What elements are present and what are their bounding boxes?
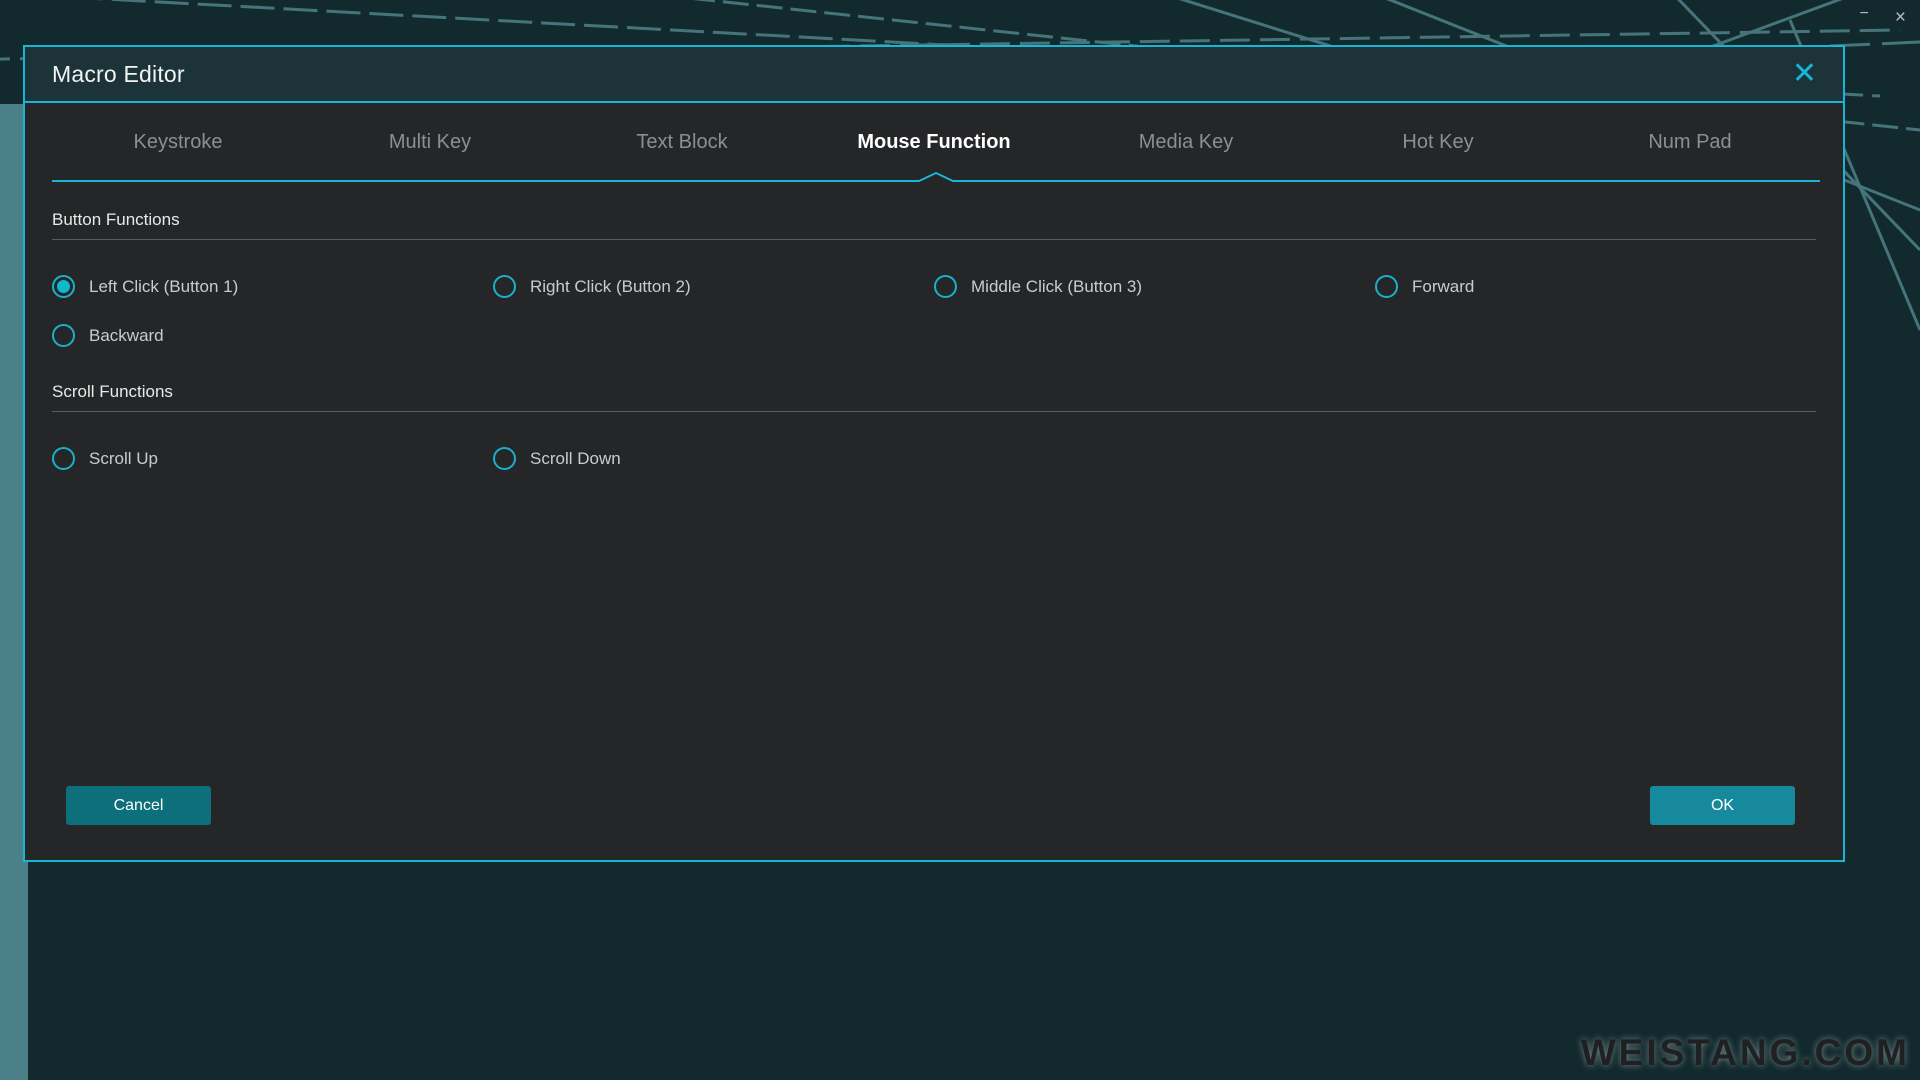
radio-option-right-click-button-2[interactable]: Right Click (Button 2) xyxy=(493,262,934,311)
radio-button-icon[interactable] xyxy=(52,275,75,298)
section-scroll-functions: Scroll Functions Scroll Up Scroll Down xyxy=(52,382,1816,483)
window-controls[interactable]: − × xyxy=(1860,2,1906,32)
tab-bar: Keystroke Multi Key Text Block Mouse Functi… xyxy=(25,103,1843,186)
tab-num-pad[interactable]: Num Pad xyxy=(1564,131,1816,158)
radio-button-icon[interactable] xyxy=(493,447,516,470)
radio-button-icon[interactable] xyxy=(52,447,75,470)
site-watermark: WEISTANG.COM xyxy=(1580,1032,1910,1073)
section-title: Scroll Functions xyxy=(52,382,173,401)
radio-option-label: Forward xyxy=(1412,276,1475,296)
dialog-footer: Cancel OK xyxy=(25,750,1843,860)
section-divider xyxy=(52,239,1816,240)
radio-option-label: Middle Click (Button 3) xyxy=(971,276,1143,296)
minimize-icon[interactable]: − xyxy=(1860,6,1869,22)
section-title: Button Functions xyxy=(52,210,180,229)
radio-group: Scroll Up Scroll Down xyxy=(52,434,1816,483)
section-divider xyxy=(52,411,1816,412)
close-icon[interactable]: × xyxy=(1895,8,1906,27)
section-button-functions: Button Functions Left Click (Button 1) Rig… xyxy=(52,210,1816,360)
ok-button[interactable]: OK xyxy=(1650,786,1795,825)
radio-option-label: Backward xyxy=(89,325,164,345)
radio-option-label: Right Click (Button 2) xyxy=(530,276,691,296)
tab-multi-key[interactable]: Multi Key xyxy=(304,131,556,158)
radio-option-left-click-button-1[interactable]: Left Click (Button 1) xyxy=(52,262,493,311)
radio-option-forward[interactable]: Forward xyxy=(1375,262,1816,311)
macro-editor-dialog: Macro Editor ✕ Keystroke Multi Key Text Bl… xyxy=(23,45,1845,862)
tab-media-key[interactable]: Media Key xyxy=(1060,131,1312,158)
radio-button-icon[interactable] xyxy=(493,275,516,298)
tab-hot-key[interactable]: Hot Key xyxy=(1312,131,1564,158)
radio-button-icon[interactable] xyxy=(52,324,75,347)
tab-text-block[interactable]: Text Block xyxy=(556,131,808,158)
dialog-close-icon[interactable]: ✕ xyxy=(1784,59,1825,89)
desktop-background: − × Macro Editor ✕ Keystroke Multi Key Tex… xyxy=(0,0,1920,1080)
radio-option-scroll-down[interactable]: Scroll Down xyxy=(493,434,934,483)
tab-keystroke[interactable]: Keystroke xyxy=(52,131,304,158)
tab-list: Keystroke Multi Key Text Block Mouse Functi… xyxy=(25,103,1843,186)
radio-option-label: Scroll Up xyxy=(89,448,158,468)
page-title: Macro Editor xyxy=(52,60,185,87)
cancel-button[interactable]: Cancel xyxy=(66,786,211,825)
radio-option-middle-click-button-3[interactable]: Middle Click (Button 3) xyxy=(934,262,1375,311)
radio-option-backward[interactable]: Backward xyxy=(52,311,493,360)
radio-option-scroll-up[interactable]: Scroll Up xyxy=(52,434,493,483)
dialog-header: Macro Editor ✕ xyxy=(25,47,1843,103)
radio-option-label: Scroll Down xyxy=(530,448,621,468)
radio-option-label: Left Click (Button 1) xyxy=(89,276,239,296)
radio-group: Left Click (Button 1) Right Click (Button… xyxy=(52,262,1816,360)
dialog-content: Button Functions Left Click (Button 1) Rig… xyxy=(25,186,1843,750)
dialog-body: Keystroke Multi Key Text Block Mouse Functi… xyxy=(25,103,1843,860)
radio-button-icon[interactable] xyxy=(1375,275,1398,298)
radio-button-icon[interactable] xyxy=(934,275,957,298)
tab-mouse-function[interactable]: Mouse Function xyxy=(808,131,1060,158)
